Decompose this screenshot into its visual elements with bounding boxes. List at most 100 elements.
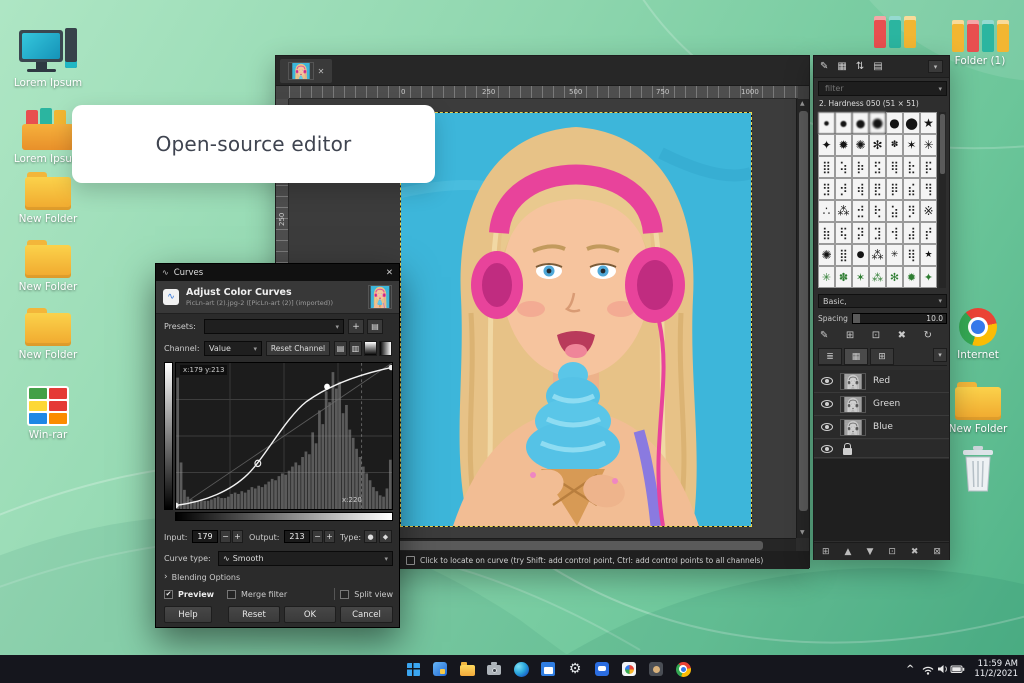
duplicate-brush-icon[interactable]: ⊡ [872, 330, 880, 341]
tabs-menu-button[interactable]: ▾ [933, 348, 947, 362]
delete-brush-icon[interactable]: ✖ [898, 330, 906, 341]
desktop-icon-archives[interactable] [860, 16, 930, 48]
brush-thumbnail[interactable]: ● [818, 112, 835, 134]
brush-scrollbar[interactable] [939, 112, 946, 288]
output-value-field[interactable]: 213 [284, 530, 310, 543]
preset-file-button[interactable]: ▤ [367, 319, 383, 334]
desktop-icon-winrar[interactable]: Win-rar [6, 386, 90, 442]
presets-dropdown[interactable]: ▾ [204, 319, 344, 334]
horizontal-ruler[interactable] [289, 86, 798, 99]
reset-channel-button[interactable]: Reset Channel [266, 341, 330, 356]
brush-thumbnail[interactable]: ⢻ [920, 178, 937, 200]
desktop-icon-new-folder-2[interactable]: New Folder [6, 240, 90, 294]
input-value-field[interactable]: 179 [192, 530, 218, 543]
brush-thumbnail[interactable]: ✹ [835, 134, 852, 156]
brush-thumbnail[interactable]: ⁂ [869, 244, 886, 266]
brush-thumbnail[interactable]: ⡻ [903, 200, 920, 222]
brush-thumbnail[interactable]: ✶ [903, 134, 920, 156]
brush-thumbnail[interactable]: ⣼ [903, 222, 920, 244]
start-button[interactable] [402, 658, 424, 680]
brush-thumbnail[interactable]: ● [903, 112, 920, 134]
brush-thumbnail[interactable]: ✳ [818, 266, 835, 288]
chat-button[interactable] [591, 658, 613, 680]
brush-thumbnail[interactable]: ⢵ [835, 156, 852, 178]
brush-thumbnail[interactable]: ⡿ [886, 178, 903, 200]
store-button[interactable] [537, 658, 559, 680]
desktop-icon-computer[interactable]: Lorem Ipsum [6, 28, 90, 90]
help-button[interactable]: Help [164, 606, 212, 623]
curves-titlebar[interactable]: ∿ Curves ✕ [156, 264, 399, 281]
brush-thumbnail[interactable]: ⣹ [869, 222, 886, 244]
new-brush-icon[interactable]: ⊞ [846, 330, 854, 341]
chevron-down-icon[interactable]: ▾ [938, 85, 942, 93]
settings-button[interactable]: ⚙ [564, 658, 586, 680]
tray-status-icons[interactable] [922, 663, 966, 675]
brush-thumbnail[interactable]: ● [835, 112, 852, 134]
brush-filter-box[interactable]: ▾ [818, 81, 947, 96]
ok-button[interactable]: OK [284, 606, 336, 623]
desktop-icon-folder-1[interactable]: Folder (1) [938, 20, 1022, 68]
brush-thumbnail[interactable]: ✺ [818, 244, 835, 266]
brush-thumbnail[interactable]: ✶ [852, 266, 869, 288]
brush-thumbnail[interactable]: ⁂ [835, 200, 852, 222]
brush-thumbnail[interactable]: ⣟ [869, 178, 886, 200]
delete-channel-icon[interactable]: ✖ [911, 547, 919, 557]
output-decrement-button[interactable]: − [312, 530, 323, 543]
brush-thumbnail[interactable]: ⣫ [869, 156, 886, 178]
canvas-image[interactable] [400, 112, 752, 527]
brush-thumbnail[interactable]: ⢿ [903, 244, 920, 266]
curve-type-dropdown[interactable]: ∿ Smooth ▾ [218, 551, 393, 566]
camera-button[interactable] [483, 658, 505, 680]
brush-thumbnail[interactable]: ∴ [818, 200, 835, 222]
duplicate-channel-icon[interactable]: ⊡ [888, 547, 896, 557]
brush-thumbnail[interactable]: ⡞ [920, 222, 937, 244]
brush-thumbnail[interactable]: ● [852, 244, 869, 266]
linear-histogram-toggle[interactable]: ▤ [334, 341, 347, 356]
grid-view-icon[interactable]: ▦ [837, 61, 846, 72]
paintbrush-icon[interactable]: ✎ [820, 61, 828, 72]
brush-thumbnail[interactable]: ✻ [869, 134, 886, 156]
brush-tag-filter[interactable]: Basic, ▾ [818, 294, 947, 308]
brush-thumbnail[interactable]: ⡷ [852, 156, 869, 178]
brush-thumbnail[interactable]: ⣷ [818, 222, 835, 244]
image-tab-close-icon[interactable]: ✕ [318, 67, 325, 76]
brush-thumbnail[interactable]: ✳ [886, 244, 903, 266]
brush-filter-input[interactable] [823, 83, 939, 94]
brush-thumbnail[interactable]: ● [869, 112, 886, 134]
dock-menu-button[interactable]: ▾ [928, 60, 943, 73]
photos-button[interactable] [618, 658, 640, 680]
brush-thumbnail[interactable]: ⡺ [835, 178, 852, 200]
brush-thumbnail[interactable]: ⣮ [903, 178, 920, 200]
tab-paths[interactable]: ⊞ [870, 348, 894, 365]
brush-thumbnail[interactable]: ★ [920, 244, 937, 266]
brush-thumbnail[interactable]: ⢾ [852, 178, 869, 200]
edit-brush-icon[interactable]: ✎ [820, 330, 828, 341]
brush-thumbnail[interactable]: ⣿ [818, 156, 835, 178]
lower-channel-icon[interactable]: ▼ [866, 547, 873, 557]
cancel-button[interactable]: Cancel [340, 606, 393, 623]
brush-thumbnail[interactable]: ★ [920, 112, 937, 134]
merge-filter-checkbox[interactable] [227, 589, 237, 599]
brush-thumbnail[interactable]: ⣻ [818, 178, 835, 200]
refresh-brushes-icon[interactable]: ↻ [924, 330, 932, 341]
brush-thumbnail[interactable]: ✹ [903, 266, 920, 288]
brush-thumbnail[interactable]: ✽ [835, 266, 852, 288]
channel-row-blue[interactable]: Blue [814, 416, 949, 439]
brush-thumbnail[interactable]: ⢯ [835, 222, 852, 244]
brush-thumbnail[interactable]: ⁂ [869, 266, 886, 288]
tab-list-view[interactable]: ≣ [818, 348, 842, 365]
image-tab[interactable]: ✕ [280, 59, 332, 83]
add-preset-button[interactable]: + [348, 319, 364, 334]
lock-row[interactable] [814, 440, 949, 458]
visibility-eye-icon[interactable] [821, 400, 833, 408]
chevron-down-icon[interactable]: ▾ [938, 297, 942, 305]
vertical-scrollbar[interactable]: ▲ ▼ [796, 99, 809, 538]
desktop-icon-new-folder-3[interactable]: New Folder [6, 308, 90, 362]
blending-options-expander[interactable]: › Blending Options [164, 572, 240, 582]
brush-thumbnail[interactable]: ✳ [920, 134, 937, 156]
brush-thumbnail[interactable]: ✦ [920, 266, 937, 288]
input-decrement-button[interactable]: − [220, 530, 231, 543]
curve-plot[interactable] [175, 362, 393, 510]
new-channel-icon[interactable]: ⊞ [822, 547, 830, 557]
desktop-icon-recycle-bin[interactable] [944, 446, 1012, 492]
